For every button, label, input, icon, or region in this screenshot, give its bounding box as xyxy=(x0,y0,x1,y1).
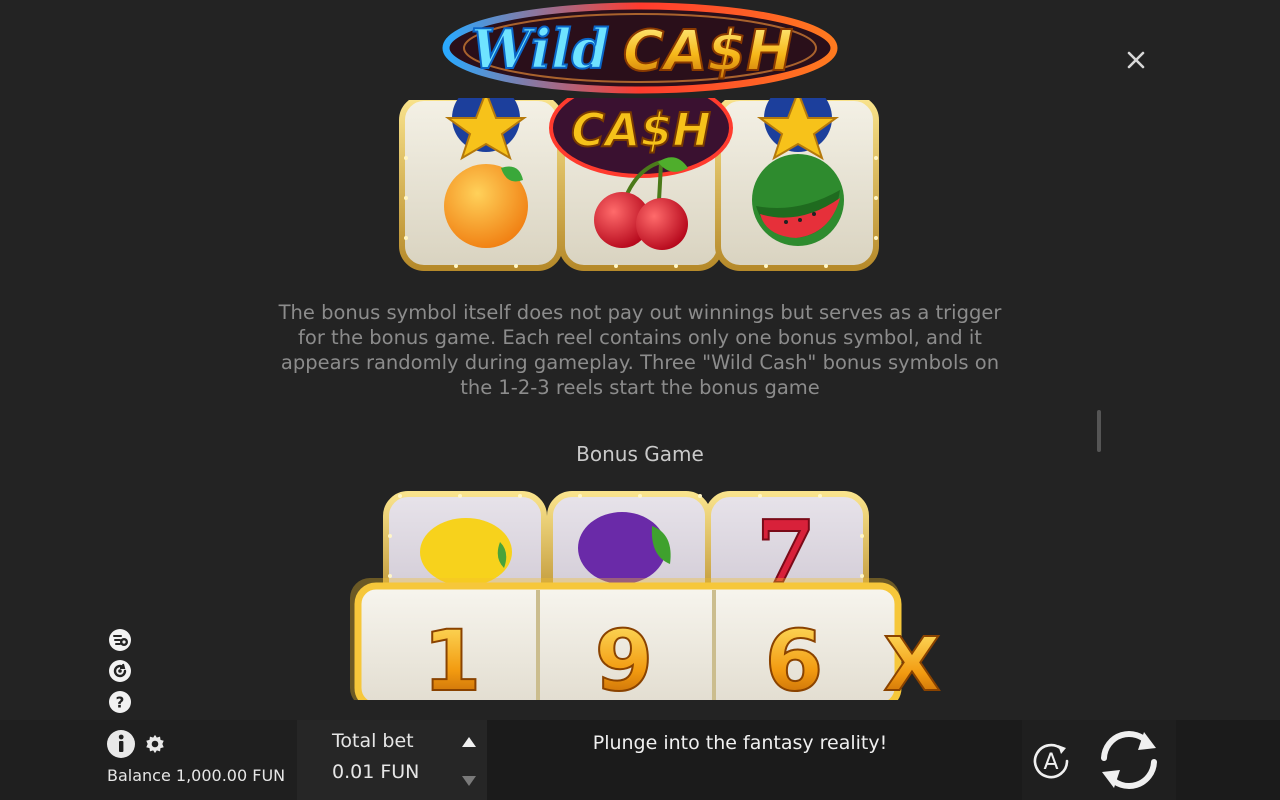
bet-increase-button[interactable] xyxy=(457,732,481,754)
total-bet-panel: Total bet 0.01 FUN xyxy=(297,720,487,800)
arrow-up-icon xyxy=(462,737,476,747)
bonus-digit-1: 1 xyxy=(423,612,481,700)
logo-wild-text: Wild xyxy=(471,17,609,81)
bonus-symbol-illustration: CA$H xyxy=(396,98,886,271)
lemon-icon xyxy=(420,518,512,586)
scrollbar-thumb[interactable] xyxy=(1097,410,1101,452)
arrow-down-icon xyxy=(462,776,476,786)
close-icon xyxy=(1127,51,1145,69)
close-button[interactable] xyxy=(1122,46,1150,74)
bet-decrease-button[interactable] xyxy=(457,770,481,792)
bonus-multiplier: X xyxy=(883,622,940,700)
bonus-digit-3: 6 xyxy=(765,612,823,700)
balance-panel: Balance 1,000.00 FUN xyxy=(0,720,297,800)
logo-cash-text: CA$H xyxy=(623,19,793,84)
spin-icon xyxy=(1101,731,1157,789)
bonus-game-illustration: 7 1 9 6 X xyxy=(350,491,942,700)
cash-emblem-text: CA$H xyxy=(571,103,711,157)
status-message: Plunge into the fantasy reality! xyxy=(592,732,888,754)
autoplay-button[interactable]: A xyxy=(1028,738,1074,784)
info-icon[interactable] xyxy=(106,729,136,759)
help-icon[interactable]: ? xyxy=(108,690,132,714)
wild-cash-logo: Wild CA$H xyxy=(442,2,838,94)
bonus-digit-2: 9 xyxy=(595,612,653,700)
history-icon[interactable] xyxy=(108,659,132,683)
autoplay-label: A xyxy=(1043,750,1058,775)
watermelon-icon xyxy=(752,154,844,246)
total-bet-label: Total bet xyxy=(332,730,414,752)
orange-icon xyxy=(444,164,528,248)
bonus-symbol-description: The bonus symbol itself does not pay out… xyxy=(278,301,1002,399)
section-title-bonus-game: Bonus Game xyxy=(576,442,704,466)
coin-bag-icon[interactable] xyxy=(108,628,132,652)
svg-text:?: ? xyxy=(116,694,125,712)
total-bet-value: 0.01 FUN xyxy=(332,761,420,783)
gear-icon[interactable] xyxy=(144,733,166,755)
balance-label: Balance 1,000.00 FUN xyxy=(107,766,286,785)
spin-button[interactable] xyxy=(1094,726,1164,794)
side-icon-column: ? xyxy=(108,628,134,721)
bottom-bar: Balance 1,000.00 FUN Total bet 0.01 FUN … xyxy=(0,720,1280,800)
